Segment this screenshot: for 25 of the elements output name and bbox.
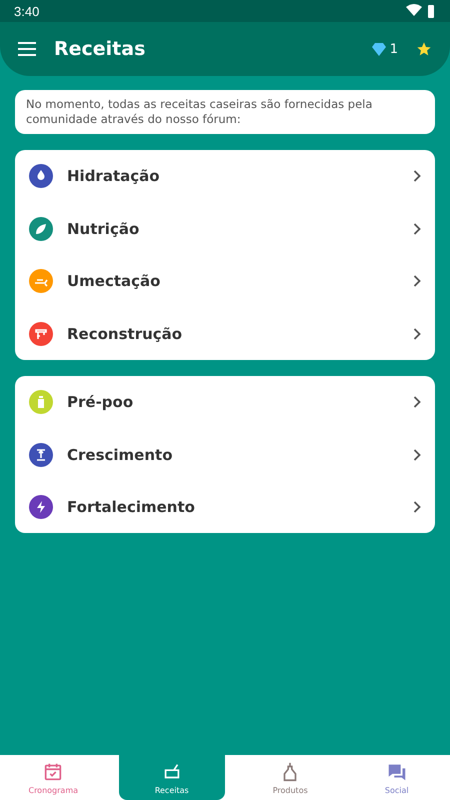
chevron-right-icon <box>413 448 421 461</box>
chevron-right-icon <box>413 275 421 288</box>
chevron-right-icon <box>413 501 421 514</box>
chevron-right-icon <box>413 396 421 408</box>
notice-text: No momento, todas as receitas caseiras são fornecidas pela comunidade através do nosso fórum: <box>15 90 435 134</box>
category-item[interactable]: Fortalecimento <box>15 480 435 534</box>
category-item[interactable]: Nutrição <box>15 202 435 255</box>
nav-tab[interactable]: Produtos <box>237 755 344 800</box>
nav-tab[interactable]: Receitas <box>118 755 225 800</box>
category-item[interactable]: Pré-poo <box>15 376 435 428</box>
status-time: 3:40 <box>14 4 40 18</box>
nav-tab[interactable]: Social <box>344 755 450 800</box>
category-item[interactable]: Hidratação <box>15 150 435 202</box>
chevron-right-icon <box>413 222 421 235</box>
signal-battery-icon <box>406 4 436 18</box>
category-item[interactable]: Reconstrução <box>15 307 435 360</box>
app-title: Receitas <box>54 38 146 60</box>
category-item[interactable]: Crescimento <box>15 428 435 481</box>
chevron-right-icon <box>413 328 421 340</box>
chevron-right-icon <box>413 170 421 182</box>
diamond-icon <box>372 42 386 56</box>
category-item[interactable]: Umectação <box>15 254 435 308</box>
star-icon[interactable] <box>416 41 432 57</box>
gem-count: 1 <box>390 42 398 56</box>
menu-icon[interactable] <box>18 42 36 56</box>
